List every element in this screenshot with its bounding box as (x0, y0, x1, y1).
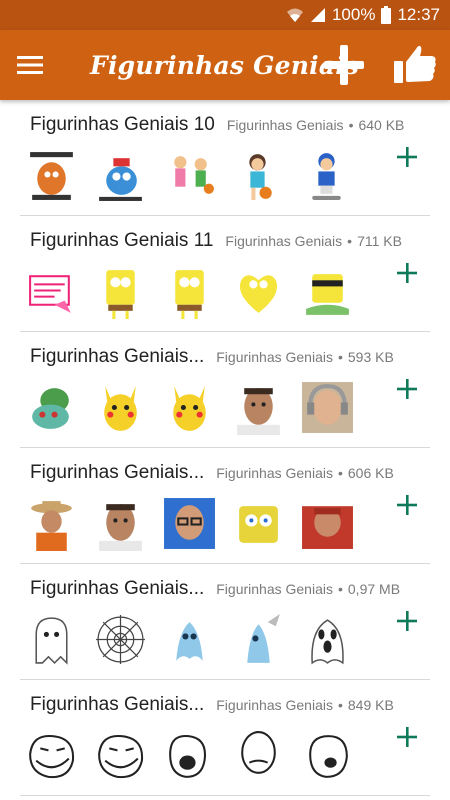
add-to-whatsapp-button[interactable] (394, 144, 420, 170)
note-sticker (24, 264, 79, 319)
add-to-whatsapp-button[interactable] (394, 376, 420, 402)
battery-icon (381, 6, 392, 24)
pack-header: Figurinhas Geniais... Figurinhas Geniais •… (30, 462, 394, 484)
orange-monster-sticker (24, 148, 79, 203)
separator-dot: • (337, 349, 343, 365)
pack-header: Figurinhas Geniais 10 Figurinhas Geniais •… (30, 114, 404, 136)
add-to-whatsapp-button[interactable] (394, 724, 420, 750)
pack-name: Figurinhas Geniais... (30, 462, 205, 483)
pack-publisher: Figurinhas Geniais (216, 349, 333, 365)
trollface-sticker (93, 728, 148, 783)
separator-dot: • (348, 117, 354, 133)
pack-header: Figurinhas Geniais 11 Figurinhas Geniais •… (30, 230, 402, 252)
spongebob-face-sticker (231, 496, 286, 551)
spongebob-cool-sticker (300, 264, 355, 319)
ghost-sticker (24, 612, 79, 667)
hamburger-icon (17, 56, 43, 74)
sticker-thumbnails (24, 728, 355, 783)
plus-icon (397, 263, 417, 283)
wifi-icon (286, 7, 304, 23)
sticker-thumbnails (24, 496, 355, 551)
trollface-sticker (24, 728, 79, 783)
plus-icon (397, 727, 417, 747)
plus-icon (397, 379, 417, 399)
plus-icon (324, 45, 364, 85)
pack-size: 593 KB (347, 349, 394, 365)
app-title: Figurinhas Geniais (90, 50, 360, 80)
boy-skateboard-sticker (300, 148, 355, 203)
sticker-thumbnails (24, 612, 355, 667)
plus-icon (397, 495, 417, 515)
sticker-pack-row[interactable]: Figurinhas Geniais... Figurinhas Geniais •… (20, 564, 430, 680)
separator-dot: • (337, 581, 343, 597)
pack-name: Figurinhas Geniais 11 (30, 230, 214, 251)
sticker-pack-row[interactable]: Figurinhas Geniais... Figurinhas Geniais •… (20, 680, 430, 796)
pack-publisher: Figurinhas Geniais (226, 117, 344, 133)
man-face-sticker (93, 496, 148, 551)
like-button[interactable] (392, 41, 438, 87)
scream-ghost-sticker (300, 612, 355, 667)
separator-dot: • (337, 465, 343, 481)
blue-monster-sticker (93, 148, 148, 203)
plus-icon (397, 147, 417, 167)
pack-header: Figurinhas Geniais... Figurinhas Geniais •… (30, 694, 394, 716)
pikachu-sticker (162, 380, 217, 435)
spiderweb-sticker (93, 612, 148, 667)
sticker-thumbnails (24, 380, 355, 435)
blue-ghost-knife-sticker (231, 612, 286, 667)
clock: 12:37 (397, 5, 440, 24)
man-face-sticker (231, 380, 286, 435)
pack-size: 640 KB (358, 117, 405, 133)
sticker-pack-row[interactable]: Figurinhas Geniais... Figurinhas Geniais •… (20, 448, 430, 564)
lol-face-sticker (162, 728, 217, 783)
pack-publisher: Figurinhas Geniais (225, 233, 343, 249)
spongebob-sticker (93, 264, 148, 319)
add-to-whatsapp-button[interactable] (394, 492, 420, 518)
kids-basketball-sticker (162, 148, 217, 203)
pack-header: Figurinhas Geniais... Figurinhas Geniais •… (30, 578, 400, 600)
pack-name: Figurinhas Geniais... (30, 346, 205, 367)
battery-percent: 100% (331, 5, 376, 24)
pack-header: Figurinhas Geniais... Figurinhas Geniais •… (30, 346, 394, 368)
pack-name: Figurinhas Geniais 10 (30, 114, 215, 135)
separator-dot: • (347, 233, 353, 249)
add-to-whatsapp-button[interactable] (394, 608, 420, 634)
pack-size: 0,97 MB (347, 581, 401, 597)
bulbasaur-sticker (24, 380, 79, 435)
signal-icon (310, 7, 326, 23)
status-bar: 100% 12:37 (0, 0, 450, 30)
add-sticker-pack-button[interactable] (322, 43, 366, 87)
sticker-pack-list[interactable]: Figurinhas Geniais 10 Figurinhas Geniais •… (0, 100, 450, 796)
spongebob-heart-sticker (231, 264, 286, 319)
blue-ghost-sticker (162, 612, 217, 667)
pack-name: Figurinhas Geniais... (30, 578, 205, 599)
sticker-pack-row[interactable]: Figurinhas Geniais 10 Figurinhas Geniais •… (20, 100, 430, 216)
spongebob-sticker (162, 264, 217, 319)
sticker-thumbnails (24, 264, 355, 319)
plus-icon (397, 611, 417, 631)
pack-publisher: Figurinhas Geniais (216, 581, 333, 597)
pack-publisher: Figurinhas Geniais (216, 465, 333, 481)
pack-size: 849 KB (347, 697, 394, 713)
pack-publisher: Figurinhas Geniais (216, 697, 333, 713)
pack-size: 606 KB (347, 465, 394, 481)
girl-ball-sticker (231, 148, 286, 203)
separator-dot: • (337, 697, 343, 713)
thumbs-up-icon (394, 45, 436, 83)
add-to-whatsapp-button[interactable] (394, 260, 420, 286)
man-headphones-sticker (300, 380, 355, 435)
man-red-sticker (300, 496, 355, 551)
cowboy-sticker (24, 496, 79, 551)
pikachu-sticker (93, 380, 148, 435)
pack-name: Figurinhas Geniais... (30, 694, 205, 715)
pack-size: 711 KB (357, 233, 402, 249)
sticker-pack-row[interactable]: Figurinhas Geniais... Figurinhas Geniais •… (20, 332, 430, 448)
okay-face-sticker (231, 728, 286, 783)
no-face-sticker (300, 728, 355, 783)
glasses-man-sticker (162, 496, 217, 551)
menu-button[interactable] (0, 30, 60, 100)
sticker-pack-row[interactable]: Figurinhas Geniais 11 Figurinhas Geniais •… (20, 216, 430, 332)
sticker-thumbnails (24, 148, 355, 203)
app-bar: Figurinhas Geniais (0, 30, 450, 100)
